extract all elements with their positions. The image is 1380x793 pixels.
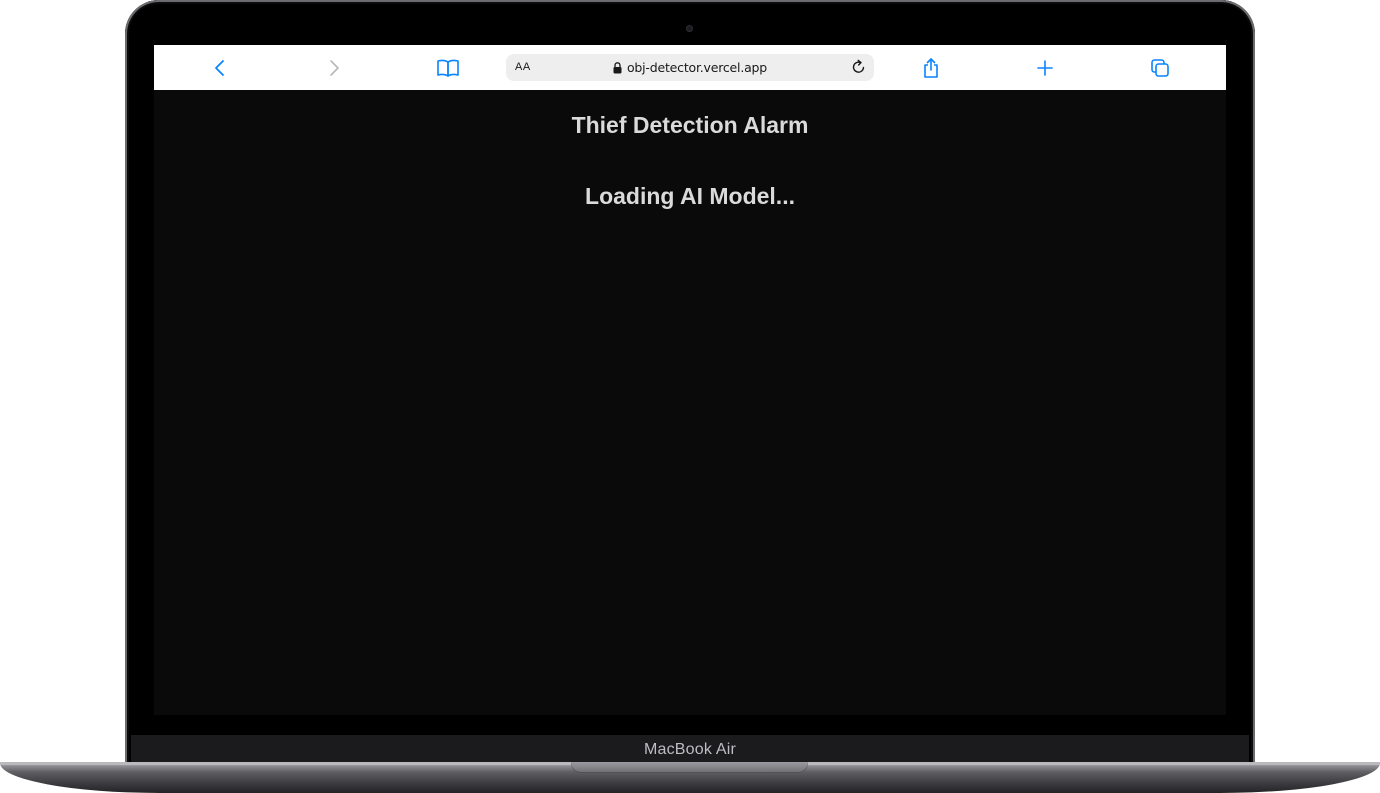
forward-button[interactable] <box>321 55 347 81</box>
reload-button[interactable] <box>850 58 868 76</box>
address-bar[interactable]: AA obj-detector.vercel.app <box>506 54 874 81</box>
text-size-button[interactable]: AA <box>515 61 531 73</box>
macbook-mockup: AA obj-detector.vercel.app Thief Detecti… <box>0 0 1380 793</box>
reload-icon <box>852 59 865 73</box>
camera-dot <box>686 25 693 32</box>
brand-label: MacBook Air <box>643 740 736 758</box>
url-text: obj-detector.vercel.app <box>626 60 768 75</box>
loading-status: Loading AI Model... <box>585 183 795 209</box>
url-display: obj-detector.vercel.app <box>506 54 874 81</box>
chevron-right-icon <box>330 60 339 76</box>
laptop-screen: AA obj-detector.vercel.app Thief Detecti… <box>154 45 1226 715</box>
page-title: Thief Detection Alarm <box>571 112 809 138</box>
chevron-left-icon <box>215 60 224 76</box>
share-icon <box>924 58 938 78</box>
new-tab-button[interactable] <box>1032 55 1058 81</box>
lid-opening-notch <box>571 762 808 773</box>
plus-icon <box>1037 60 1053 76</box>
text-size-label: AA <box>515 61 531 73</box>
web-page: Thief Detection Alarm Loading AI Model..… <box>154 90 1226 715</box>
laptop-chin: MacBook Air <box>131 735 1249 762</box>
tabs-icon <box>1151 59 1169 77</box>
lock-icon <box>613 61 622 73</box>
safari-toolbar: AA obj-detector.vercel.app <box>154 45 1226 90</box>
back-button[interactable] <box>207 55 233 81</box>
book-icon <box>437 59 459 77</box>
bookmarks-button[interactable] <box>435 55 461 81</box>
tabs-overview-button[interactable] <box>1147 55 1173 81</box>
share-button[interactable] <box>918 55 944 81</box>
